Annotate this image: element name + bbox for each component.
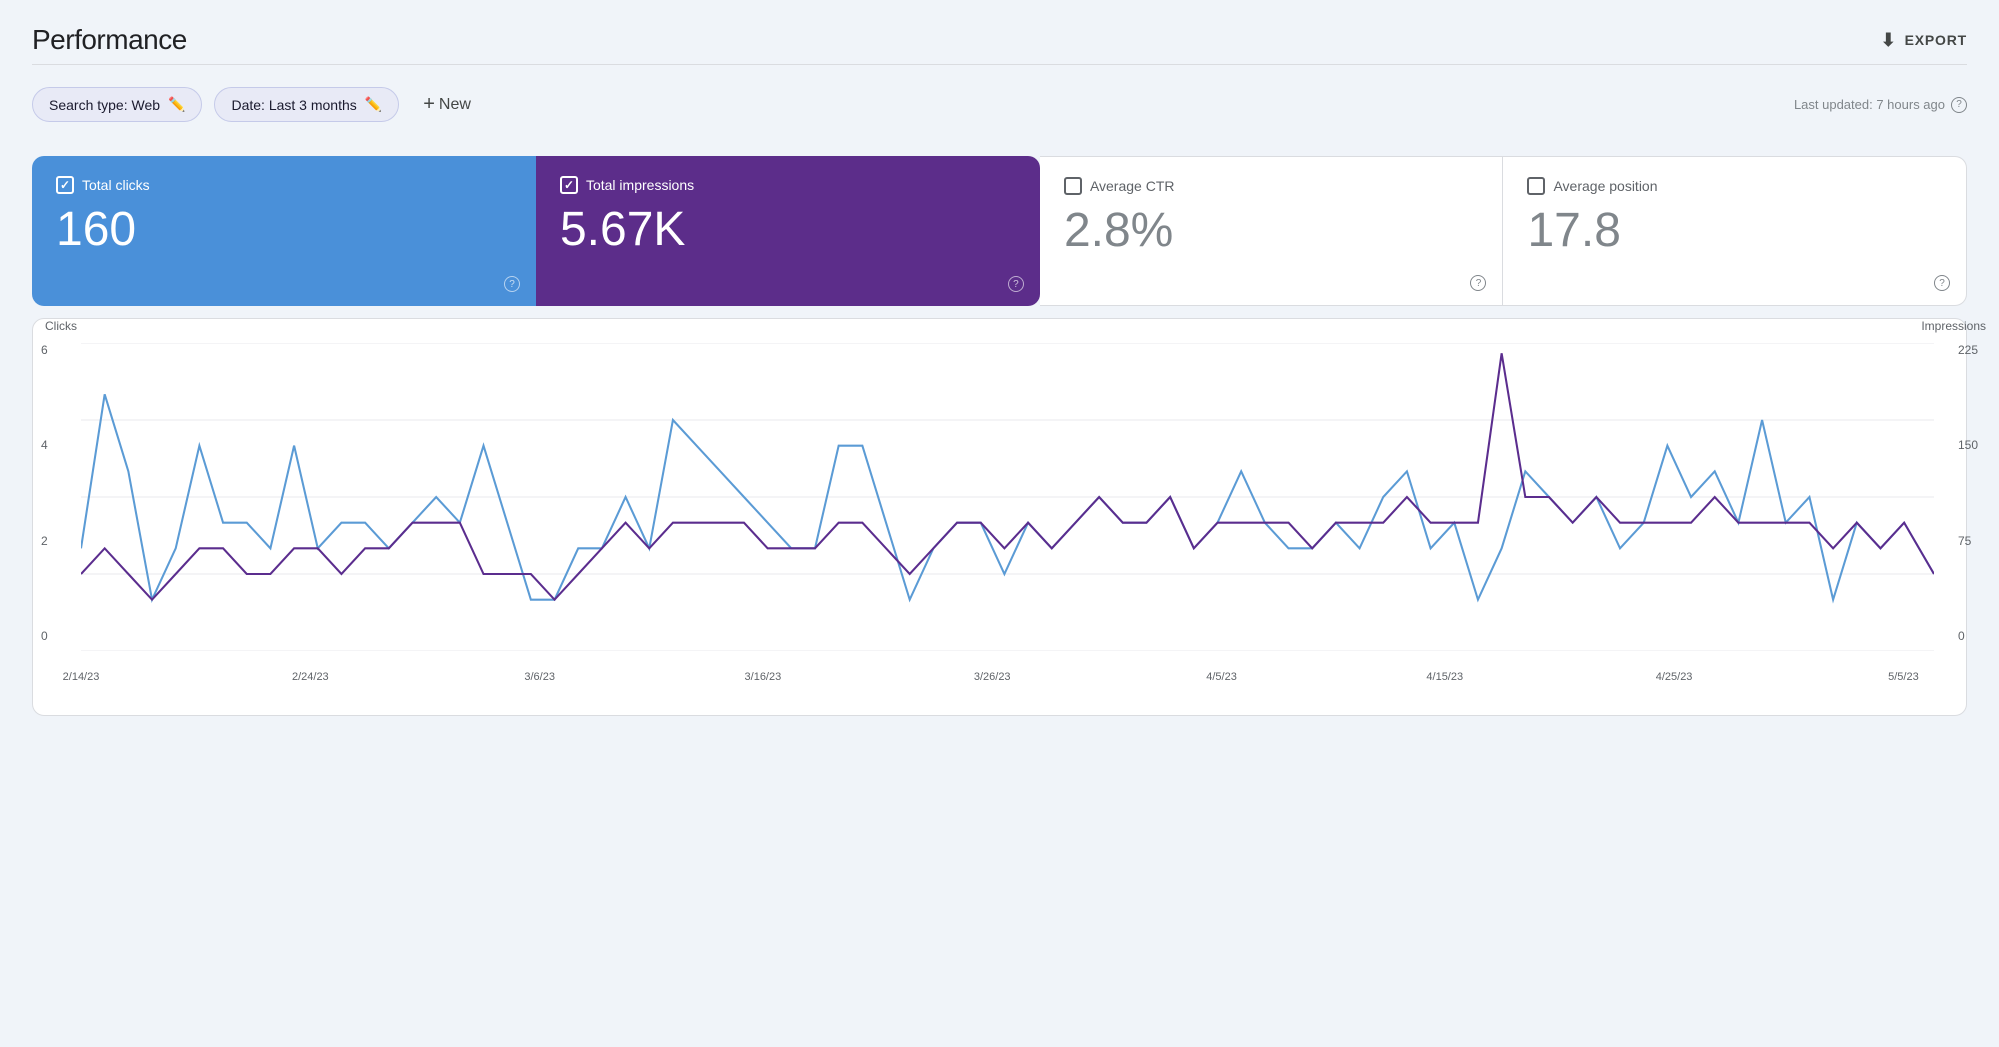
y-left-2: 2 xyxy=(41,534,48,548)
x-axis: 2/14/23 2/24/23 3/6/23 3/16/23 3/26/23 4… xyxy=(81,663,1934,683)
total-clicks-checkbox[interactable] xyxy=(56,176,74,194)
plus-icon: + xyxy=(423,93,435,116)
x-label-1: 2/14/23 xyxy=(63,671,100,683)
last-updated-help-icon[interactable]: ? xyxy=(1951,97,1967,113)
x-label-7: 4/15/23 xyxy=(1426,671,1463,683)
y-right-225: 225 xyxy=(1958,343,1978,357)
chart-area: Clicks Impressions 6 4 2 0 225 150 75 0 xyxy=(81,343,1934,683)
total-impressions-label-row: Total impressions xyxy=(560,176,1016,194)
header-row: Performance ⬇ EXPORT xyxy=(32,24,1967,56)
date-filter[interactable]: Date: Last 3 months ✏️ xyxy=(214,87,399,122)
total-clicks-help: ? xyxy=(504,274,520,293)
search-type-label: Search type: Web xyxy=(49,97,160,113)
left-axis-title: Clicks xyxy=(45,319,77,333)
y-axis-left: 6 4 2 0 xyxy=(41,343,48,643)
total-impressions-value: 5.67K xyxy=(560,206,1016,254)
x-label-2: 2/24/23 xyxy=(292,671,329,683)
y-left-0: 0 xyxy=(41,629,48,643)
x-label-5: 3/26/23 xyxy=(974,671,1011,683)
filter-row: Search type: Web ✏️ Date: Last 3 months … xyxy=(32,85,1967,124)
y-left-6: 6 xyxy=(41,343,48,357)
total-impressions-help: ? xyxy=(1008,274,1024,293)
export-icon: ⬇ xyxy=(1881,30,1897,51)
x-label-3: 3/6/23 xyxy=(524,671,555,683)
average-ctr-value: 2.8% xyxy=(1064,207,1479,255)
impressions-line xyxy=(81,353,1934,599)
average-position-help-icon[interactable]: ? xyxy=(1934,275,1950,291)
total-clicks-card[interactable]: Total clicks 160 ? xyxy=(32,156,536,306)
x-label-4: 3/16/23 xyxy=(745,671,782,683)
x-label-8: 4/25/23 xyxy=(1656,671,1693,683)
page-title: Performance xyxy=(32,24,187,56)
last-updated: Last updated: 7 hours ago ? xyxy=(1794,97,1967,113)
average-position-checkbox[interactable] xyxy=(1527,177,1545,195)
total-clicks-help-icon[interactable]: ? xyxy=(504,276,520,292)
average-ctr-help-icon[interactable]: ? xyxy=(1470,275,1486,291)
header-divider xyxy=(32,64,1967,65)
average-position-help: ? xyxy=(1934,273,1950,292)
total-clicks-label: Total clicks xyxy=(82,177,150,193)
total-impressions-help-icon[interactable]: ? xyxy=(1008,276,1024,292)
average-position-label: Average position xyxy=(1553,178,1657,194)
y-right-75: 75 xyxy=(1958,534,1971,548)
x-label-9: 5/5/23 xyxy=(1888,671,1919,683)
y-axis-right: 225 150 75 0 xyxy=(1958,343,1978,643)
new-button[interactable]: + New xyxy=(411,85,483,124)
total-impressions-checkbox[interactable] xyxy=(560,176,578,194)
chart-container: Clicks Impressions 6 4 2 0 225 150 75 0 xyxy=(32,318,1967,716)
chart-svg xyxy=(81,343,1934,651)
metrics-row: Total clicks 160 ? Total impressions 5.6… xyxy=(32,156,1967,306)
average-position-label-row: Average position xyxy=(1527,177,1942,195)
search-type-filter[interactable]: Search type: Web ✏️ xyxy=(32,87,202,122)
date-label: Date: Last 3 months xyxy=(231,97,356,113)
y-right-150: 150 xyxy=(1958,438,1978,452)
new-label: New xyxy=(439,96,471,114)
page-container: Performance ⬇ EXPORT Search type: Web ✏️… xyxy=(0,0,1999,1047)
export-button[interactable]: ⬇ EXPORT xyxy=(1881,30,1967,51)
total-clicks-label-row: Total clicks xyxy=(56,176,512,194)
edit-search-type-icon: ✏️ xyxy=(168,96,185,113)
last-updated-text: Last updated: 7 hours ago xyxy=(1794,97,1945,112)
average-ctr-checkbox[interactable] xyxy=(1064,177,1082,195)
y-left-4: 4 xyxy=(41,438,48,452)
average-ctr-label-row: Average CTR xyxy=(1064,177,1479,195)
edit-date-icon: ✏️ xyxy=(365,96,382,113)
average-position-value: 17.8 xyxy=(1527,207,1942,255)
average-ctr-card[interactable]: Average CTR 2.8% ? xyxy=(1040,156,1504,306)
total-impressions-label: Total impressions xyxy=(586,177,694,193)
total-clicks-value: 160 xyxy=(56,206,512,254)
average-ctr-label: Average CTR xyxy=(1090,178,1175,194)
average-position-card[interactable]: Average position 17.8 ? xyxy=(1503,156,1967,306)
export-label: EXPORT xyxy=(1905,32,1967,48)
average-ctr-help: ? xyxy=(1470,273,1486,292)
right-axis-title: Impressions xyxy=(1921,319,1986,333)
total-impressions-card[interactable]: Total impressions 5.67K ? xyxy=(536,156,1040,306)
x-label-6: 4/5/23 xyxy=(1206,671,1237,683)
y-right-0: 0 xyxy=(1958,629,1965,643)
